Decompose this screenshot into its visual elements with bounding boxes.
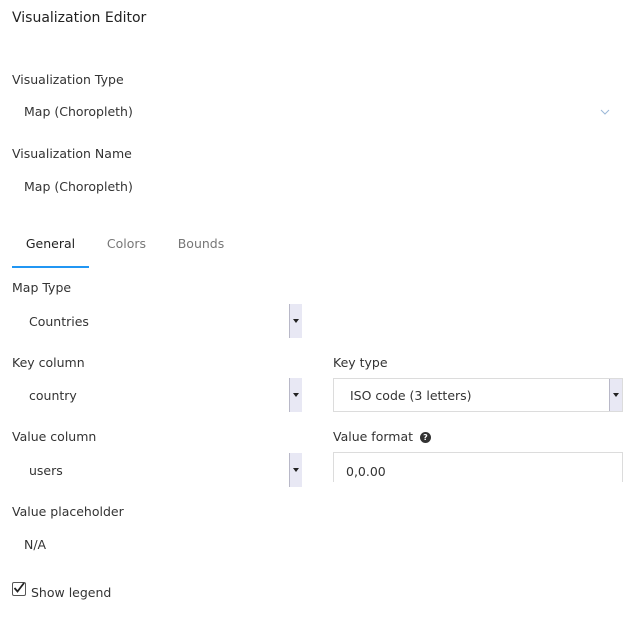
tab-bounds[interactable]: Bounds bbox=[172, 224, 230, 269]
value-placeholder-label: Value placeholder bbox=[12, 504, 124, 519]
tab-bar: General Colors Bounds bbox=[12, 224, 622, 270]
show-legend-label[interactable]: Show legend bbox=[31, 585, 111, 600]
viz-type-label: Visualization Type bbox=[12, 72, 124, 87]
viz-name-value: Map (Choropleth) bbox=[24, 179, 133, 194]
question-circle-icon[interactable]: ? bbox=[420, 432, 431, 443]
checkmark-icon bbox=[13, 582, 25, 593]
map-type-dropdown-button[interactable] bbox=[289, 304, 302, 338]
chevron-down-icon bbox=[600, 107, 610, 117]
key-type-select[interactable]: ISO code (3 letters) bbox=[333, 378, 623, 412]
key-column-select[interactable]: country bbox=[12, 378, 302, 412]
value-column-dropdown-button[interactable] bbox=[289, 453, 302, 487]
viz-name-input[interactable]: Map (Choropleth) bbox=[12, 170, 622, 202]
map-type-select[interactable]: Countries bbox=[12, 304, 302, 338]
value-column-value: users bbox=[29, 462, 63, 478]
active-tab-indicator bbox=[12, 266, 89, 268]
key-type-value: ISO code (3 letters) bbox=[350, 387, 472, 403]
viz-type-value: Map (Choropleth) bbox=[24, 104, 133, 119]
value-placeholder-input[interactable]: N/A bbox=[12, 528, 302, 560]
value-placeholder-value: N/A bbox=[24, 537, 47, 552]
value-column-label: Value column bbox=[12, 429, 97, 444]
value-format-value: 0,0.00 bbox=[346, 463, 386, 479]
key-column-value: country bbox=[29, 387, 77, 403]
tab-colors[interactable]: Colors bbox=[100, 224, 153, 269]
value-column-select[interactable]: users bbox=[12, 453, 302, 487]
editor-title: Visualization Editor bbox=[12, 10, 147, 26]
key-type-dropdown-button[interactable] bbox=[609, 379, 622, 411]
key-type-label: Key type bbox=[333, 355, 388, 370]
map-type-value: Countries bbox=[29, 313, 89, 329]
viz-name-label: Visualization Name bbox=[12, 146, 132, 161]
tab-general[interactable]: General bbox=[12, 224, 89, 269]
viz-type-select[interactable]: Map (Choropleth) bbox=[12, 96, 622, 128]
value-format-label: Value format bbox=[333, 429, 414, 444]
key-column-label: Key column bbox=[12, 355, 85, 370]
value-format-input[interactable]: 0,0.00 bbox=[333, 452, 623, 482]
key-column-dropdown-button[interactable] bbox=[289, 378, 302, 412]
map-type-label: Map Type bbox=[12, 280, 72, 295]
show-legend-checkbox[interactable] bbox=[12, 582, 26, 596]
